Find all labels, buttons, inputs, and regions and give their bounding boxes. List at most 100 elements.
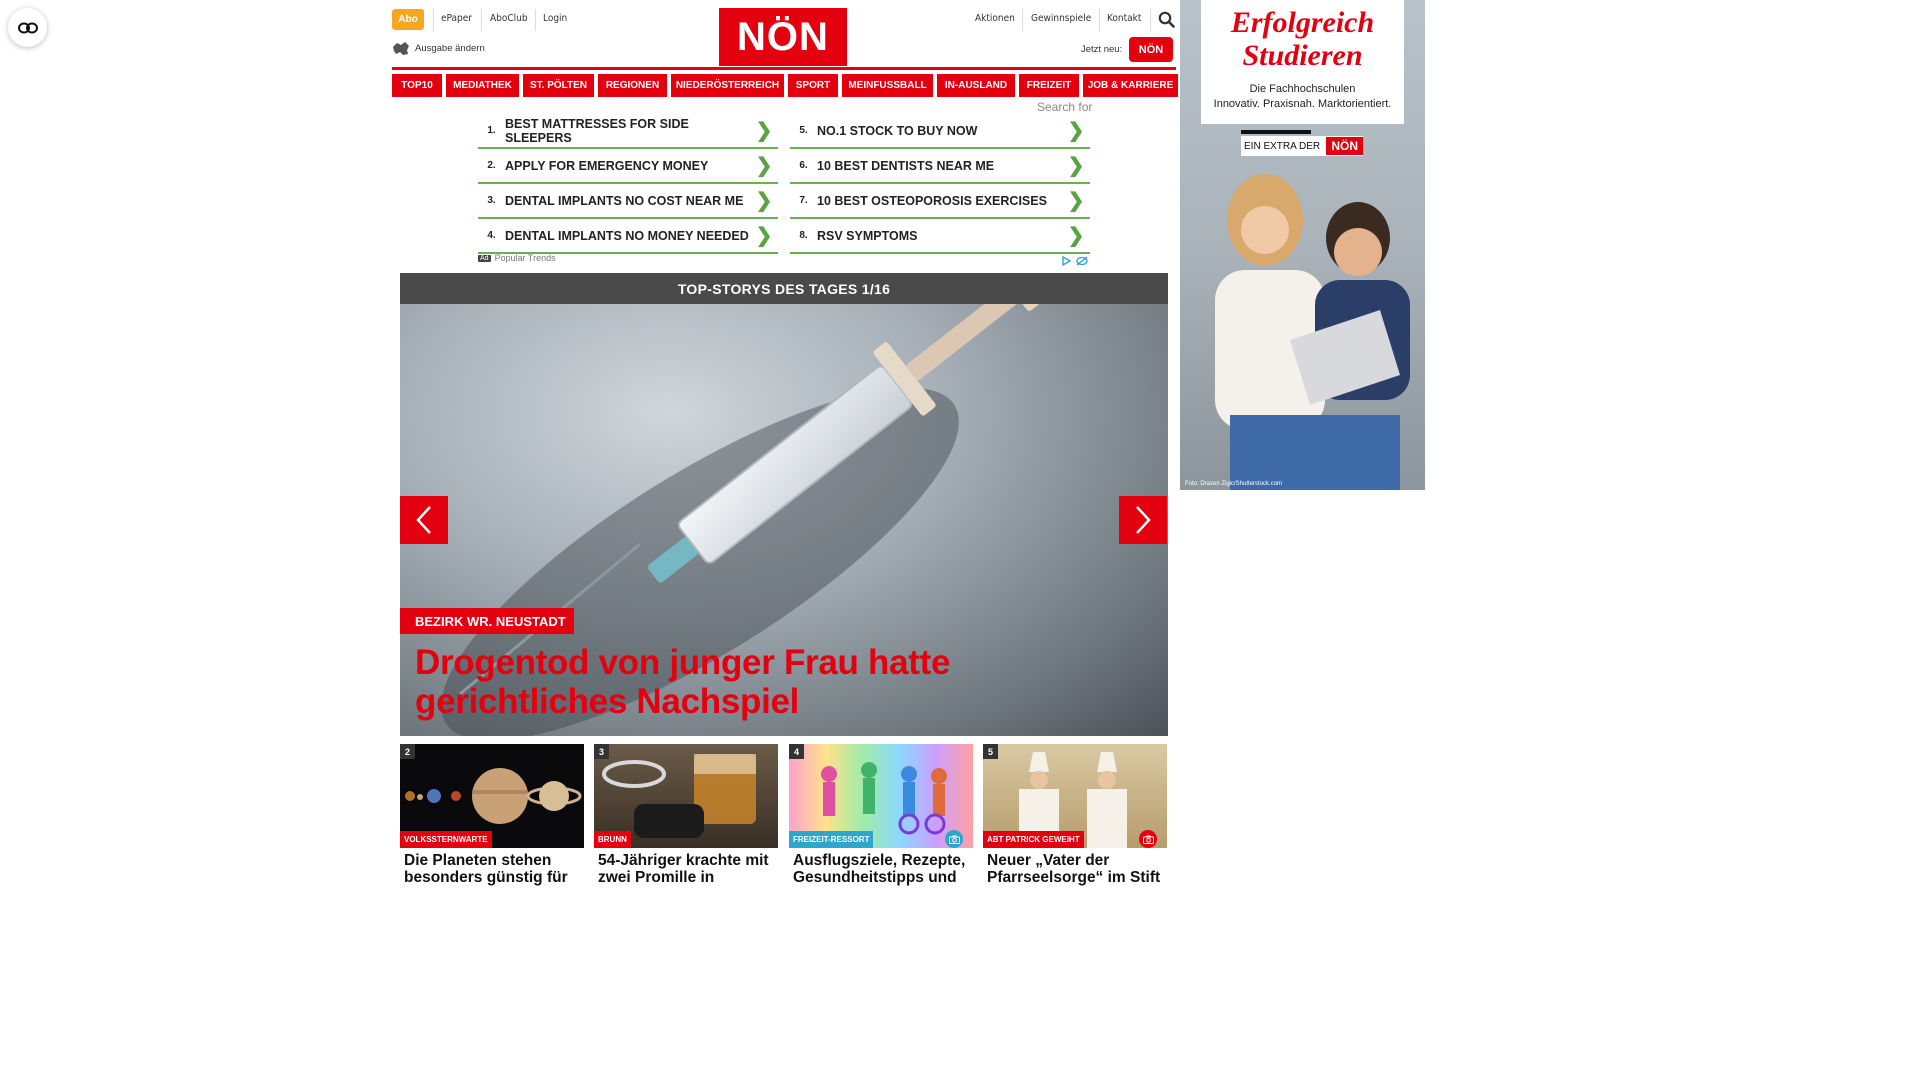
teaser-card[interactable]: 4 FREIZEIT-RESSORT Ausflugsziele, Rezept… bbox=[789, 744, 973, 886]
extra-label: EIN EXTRA DER bbox=[1244, 140, 1321, 152]
extra-bar bbox=[1241, 130, 1311, 134]
chevron-right-icon: ❯ bbox=[1067, 225, 1085, 247]
card-image[interactable]: 5 ABT PATRICK GEWEIHT bbox=[983, 744, 1167, 848]
divider bbox=[1150, 9, 1151, 31]
ad-link[interactable]: 7. 10 BEST OSTEOPOROSIS EXERCISES ❯ bbox=[790, 184, 1090, 219]
ad-link-number: 7. bbox=[799, 195, 808, 206]
side-ad-subtitle: Die Fachhochschulen Innovativ. Praxisnah… bbox=[1201, 82, 1404, 112]
teaser-card[interactable]: 2 VOLKSSTERNWARTE Die Planeten stehen be… bbox=[400, 744, 584, 886]
camera-icon bbox=[1142, 835, 1154, 844]
search-button[interactable] bbox=[1158, 11, 1175, 33]
ad-link-number: 6. bbox=[799, 160, 808, 171]
chevron-left-icon bbox=[416, 506, 431, 534]
edition-change[interactable]: Ausgabe ändern bbox=[392, 41, 485, 56]
eyes-icon bbox=[17, 22, 38, 33]
nav-item-top10[interactable]: TOP10 bbox=[392, 74, 442, 97]
epaper-link[interactable]: ePaper bbox=[441, 13, 472, 24]
chevron-right-icon: ❯ bbox=[755, 120, 773, 142]
divider bbox=[433, 9, 434, 31]
nav-item-st-poelten[interactable]: ST. PÖLTEN bbox=[523, 74, 594, 97]
camera-icon bbox=[948, 835, 960, 844]
ad-link[interactable]: 2. APPLY FOR EMERGENCY MONEY ❯ bbox=[478, 149, 778, 184]
ad-link[interactable]: 1. BEST MATTRESSES FOR SIDE SLEEPERS ❯ bbox=[478, 114, 778, 149]
card-tag: FREIZEIT-RESSORT bbox=[789, 831, 874, 848]
abo-button[interactable]: Abo bbox=[392, 9, 424, 30]
kontakt-link[interactable]: Kontakt bbox=[1107, 13, 1141, 24]
divider bbox=[1022, 9, 1023, 31]
side-ad-banner[interactable]: Erfolgreich Studieren Die Fachhochschule… bbox=[1180, 0, 1425, 490]
new-product-badge[interactable]: NÖN bbox=[1129, 37, 1173, 62]
chevron-right-icon: ❯ bbox=[755, 190, 773, 212]
side-ad-title: Erfolgreich Studieren bbox=[1201, 6, 1404, 72]
side-ad-title-line: Studieren bbox=[1242, 39, 1363, 72]
gewinnspiele-link[interactable]: Gewinnspiele bbox=[1031, 13, 1091, 24]
aktionen-link[interactable]: Aktionen bbox=[975, 13, 1015, 24]
login-link[interactable]: Login bbox=[543, 13, 567, 24]
ad-links-left: 1. BEST MATTRESSES FOR SIDE SLEEPERS ❯ 2… bbox=[478, 114, 778, 254]
ad-link-text: 10 BEST OSTEOPOROSIS EXERCISES bbox=[817, 193, 1047, 208]
top-stories-header: TOP-STORYS DES TAGES 1/16 bbox=[400, 273, 1168, 304]
ad-link-number: 3. bbox=[487, 195, 496, 206]
nav-item-regionen[interactable]: REGIONEN bbox=[598, 74, 667, 97]
ad-link-number: 5. bbox=[799, 125, 808, 136]
card-rank: 4 bbox=[789, 744, 804, 759]
ad-link-text: DENTAL IMPLANTS NO MONEY NEEDED bbox=[505, 228, 749, 243]
search-for-label: Search for bbox=[1037, 100, 1093, 114]
ad-link-text: APPLY FOR EMERGENCY MONEY bbox=[505, 158, 709, 173]
nav-item-in-ausland[interactable]: IN-AUSLAND bbox=[937, 74, 1015, 97]
nav-item-sport[interactable]: SPORT bbox=[788, 74, 838, 97]
ad-link[interactable]: 3. DENTAL IMPLANTS NO COST NEAR ME ❯ bbox=[478, 184, 778, 219]
ad-link-number: 1. bbox=[487, 125, 496, 136]
top-story-kicker[interactable]: BEZIRK WR. NEUSTADT bbox=[400, 608, 574, 634]
card-title[interactable]: Neuer „Vater der Pfarrseelsorge“ im Stif… bbox=[987, 852, 1163, 886]
camera-badge bbox=[1139, 830, 1157, 848]
nav-item-meinfussball[interactable]: MEINFUSSBALL bbox=[842, 74, 933, 97]
side-ad-header: Erfolgreich Studieren Die Fachhochschule… bbox=[1201, 0, 1404, 124]
nav-item-niederoesterreich[interactable]: NIEDERÖSTERREICH bbox=[671, 74, 784, 97]
card-image[interactable]: 3 BRUNN bbox=[594, 744, 778, 848]
eyes-button[interactable] bbox=[8, 8, 47, 47]
noen-logo[interactable]: NÖN bbox=[719, 8, 847, 66]
ad-link[interactable]: 6. 10 BEST DENTISTS NEAR ME ❯ bbox=[790, 149, 1090, 184]
adchoices-icon bbox=[1062, 255, 1088, 267]
top-story-headline[interactable]: Drogentod von junger Frau hatte gerichtl… bbox=[415, 643, 1115, 721]
ad-badge: Ad bbox=[478, 254, 491, 262]
ad-link[interactable]: 8. RSV SYMPTOMS ❯ bbox=[790, 219, 1090, 254]
extra-label-box: EIN EXTRA DER NÖN bbox=[1241, 136, 1363, 156]
extra-logo: NÖN bbox=[1326, 137, 1363, 155]
card-title[interactable]: Ausflugsziele, Rezepte, Gesundheitstipps… bbox=[793, 852, 969, 886]
ad-link[interactable]: 5. NO.1 STOCK TO BUY NOW ❯ bbox=[790, 114, 1090, 149]
slider-prev-button[interactable] bbox=[400, 496, 448, 544]
teaser-card[interactable]: 5 ABT PATRICK GEWEIHT Neuer „Vater der P… bbox=[983, 744, 1167, 886]
nav-item-job-karriere[interactable]: JOB & KARRIERE bbox=[1083, 74, 1178, 97]
map-icon bbox=[393, 42, 409, 55]
nav-item-freizeit[interactable]: FREIZEIT bbox=[1019, 74, 1079, 97]
side-ad-subtitle-line: Die Fachhochschulen bbox=[1249, 83, 1356, 95]
card-image[interactable]: 2 VOLKSSTERNWARTE bbox=[400, 744, 584, 848]
nav-item-mediathek[interactable]: MEDIATHEK bbox=[446, 74, 519, 97]
photo-credit: Foto: Drazen Zigic/Shutterstock.com bbox=[1185, 481, 1283, 487]
card-image[interactable]: 4 FREIZEIT-RESSORT bbox=[789, 744, 973, 848]
students-photo bbox=[1215, 174, 1410, 490]
chevron-right-icon bbox=[1136, 506, 1151, 534]
aboclub-link[interactable]: AboClub bbox=[490, 13, 528, 24]
card-tag: BRUNN bbox=[594, 831, 631, 848]
ad-link-number: 2. bbox=[487, 160, 496, 171]
card-rank: 2 bbox=[400, 744, 415, 759]
edition-change-label: Ausgabe ändern bbox=[415, 43, 485, 54]
card-title[interactable]: Die Planeten stehen besonders günstig fü… bbox=[404, 852, 580, 886]
ad-link-text: 10 BEST DENTISTS NEAR ME bbox=[817, 158, 995, 173]
teaser-card[interactable]: 3 BRUNN 54-Jähriger krachte mit zwei Pro… bbox=[594, 744, 778, 886]
nav-divider bbox=[392, 67, 1176, 70]
ad-source[interactable]: Popular Trends bbox=[495, 253, 556, 263]
slider-next-button[interactable] bbox=[1119, 496, 1167, 544]
card-title[interactable]: 54-Jähriger krachte mit zwei Promille in bbox=[598, 852, 774, 886]
adchoices-button[interactable] bbox=[1062, 253, 1088, 271]
ad-link[interactable]: 4. DENTAL IMPLANTS NO MONEY NEEDED ❯ bbox=[478, 219, 778, 254]
chevron-right-icon: ❯ bbox=[1067, 155, 1085, 177]
search-icon bbox=[1158, 11, 1175, 28]
divider bbox=[535, 9, 536, 31]
ad-link-text: NO.1 STOCK TO BUY NOW bbox=[817, 123, 978, 138]
ad-footer: Ad Popular Trends bbox=[478, 253, 556, 263]
ad-link-number: 4. bbox=[487, 230, 496, 241]
